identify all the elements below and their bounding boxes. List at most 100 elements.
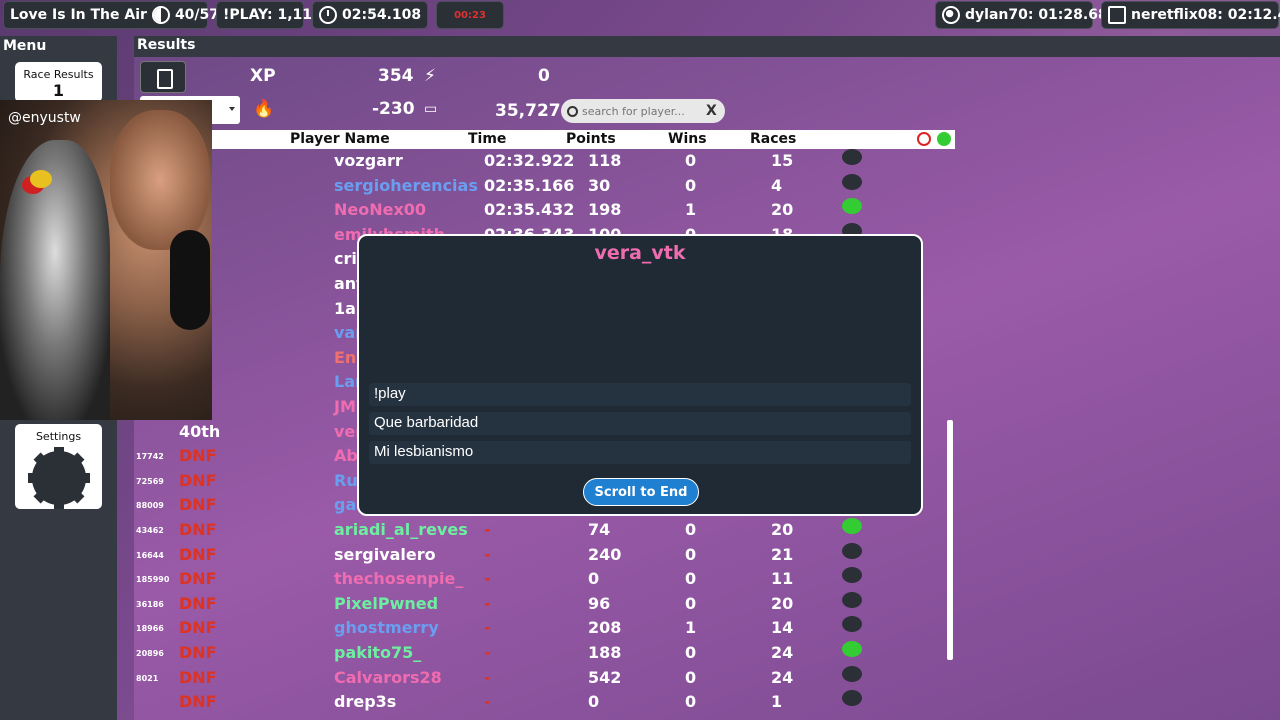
race-results-label: Race Results bbox=[23, 68, 94, 81]
table-row[interactable]: 36186 DNF PixelPwned -96 0 20 bbox=[134, 591, 947, 616]
search-icon bbox=[567, 105, 578, 117]
gear-icon bbox=[27, 447, 90, 509]
no-time: - bbox=[484, 692, 491, 712]
header-points[interactable]: Points bbox=[566, 131, 616, 147]
player-position: DNF bbox=[179, 643, 217, 662]
player-id: 43462 bbox=[136, 526, 164, 535]
globe-icon bbox=[942, 6, 960, 24]
player-id: 20896 bbox=[136, 649, 164, 658]
table-row[interactable]: NeoNex00 02:35.432 198 1 20 bbox=[134, 198, 947, 222]
play-count-label: !PLAY: 1,119 bbox=[223, 7, 322, 23]
chat-bubble-icon[interactable] bbox=[842, 690, 862, 707]
chat-message: !play bbox=[369, 383, 911, 406]
online-icon[interactable] bbox=[937, 132, 951, 146]
menu-title: Menu bbox=[3, 38, 47, 54]
world-record: dylan70: 01:28.688 bbox=[935, 1, 1117, 29]
chat-bubble-icon[interactable] bbox=[842, 542, 862, 559]
money-value: 35,727 bbox=[495, 101, 561, 121]
player-position: DNF bbox=[179, 470, 217, 490]
search-input[interactable] bbox=[582, 104, 702, 118]
table-row[interactable]: 43462 DNF ariadi_al_reves -74 0 20 bbox=[134, 518, 947, 542]
table-row[interactable]: vozgarr 02:32.922 118 0 15 bbox=[134, 149, 947, 173]
player-position: DNF bbox=[179, 692, 217, 712]
chat-bubble-icon[interactable] bbox=[842, 641, 862, 657]
table-row[interactable]: sergioherencias 02:35.166 30 0 4 bbox=[134, 173, 947, 198]
header-player[interactable]: Player Name bbox=[290, 131, 390, 147]
track-info: Love Is In The Air 40/57 bbox=[3, 1, 219, 29]
fire-value: -230 bbox=[372, 99, 415, 119]
player-position: DNF bbox=[179, 520, 217, 539]
world-record-value: dylan70: 01:28.688 bbox=[965, 7, 1118, 23]
personal-record-value: neretflix08: 02:12.458 bbox=[1131, 7, 1280, 23]
chat-bubble-icon[interactable] bbox=[842, 173, 862, 190]
no-time: - bbox=[484, 544, 491, 564]
battery-icon: ▭ bbox=[424, 101, 438, 117]
chat-bubble-icon[interactable] bbox=[842, 518, 862, 534]
hair-flower bbox=[30, 170, 52, 188]
table-scrollbar[interactable] bbox=[947, 420, 953, 660]
race-results-value: 1 bbox=[52, 81, 65, 100]
streamer-handle: @enyustw bbox=[8, 110, 81, 126]
table-row[interactable]: 16644 DNF sergivalero -240 0 21 bbox=[134, 542, 947, 567]
fire-icon: 🔥 bbox=[253, 99, 275, 119]
player-id: 16644 bbox=[136, 550, 164, 560]
player-id: 72569 bbox=[136, 476, 164, 486]
player-id: 185990 bbox=[136, 575, 170, 585]
personal-record: neretflix08: 02:12.458 bbox=[1101, 1, 1280, 29]
player-chat-modal: vera_vtk !play Que barbaridad Mi lesbian… bbox=[357, 234, 923, 516]
table-row[interactable]: 20896 DNF pakito75_ -188 0 24 bbox=[134, 641, 947, 665]
xp-label: XP bbox=[250, 66, 276, 86]
results-header: Results bbox=[134, 36, 1280, 57]
countdown-timer: 00:23 bbox=[436, 1, 504, 29]
player-position: DNF bbox=[179, 667, 217, 687]
player-id: 18966 bbox=[136, 624, 164, 634]
xp-bonus-value: 0 bbox=[538, 66, 550, 86]
header-time[interactable]: Time bbox=[468, 131, 506, 147]
player-id: 36186 bbox=[136, 599, 164, 609]
no-time: - bbox=[484, 667, 491, 687]
table-row[interactable]: 18966 DNF ghostmerry -208 1 14 bbox=[134, 616, 947, 640]
header-wins[interactable]: Wins bbox=[668, 131, 707, 147]
progress-icon bbox=[151, 6, 170, 24]
scroll-to-end-button[interactable]: Scroll to End bbox=[583, 478, 699, 506]
player-position: DNF bbox=[179, 495, 217, 515]
race-results-button[interactable]: Race Results 1 bbox=[15, 62, 102, 102]
player-id: 17742 bbox=[136, 452, 164, 462]
player-position: DNF bbox=[179, 446, 217, 466]
player-position: DNF bbox=[179, 593, 217, 613]
player-position: 40th bbox=[179, 421, 221, 441]
table-row[interactable]: DNF drep3s -0 0 1 bbox=[134, 690, 947, 714]
xp-value: 354 bbox=[378, 66, 414, 86]
chat-bubble-icon[interactable] bbox=[842, 149, 862, 165]
no-time: - bbox=[484, 643, 491, 662]
player-search: X bbox=[561, 99, 725, 123]
clock-icon bbox=[319, 6, 337, 24]
countdown-value: 00:23 bbox=[454, 9, 486, 21]
modal-title: vera_vtk bbox=[594, 242, 686, 264]
clear-search-button[interactable]: X bbox=[706, 103, 717, 119]
table-row[interactable]: 185990 DNF thechosenpie_ -0 0 11 bbox=[134, 567, 947, 591]
no-time: - bbox=[484, 618, 491, 638]
player-id: 8021 bbox=[136, 673, 159, 683]
chat-bubble-icon[interactable] bbox=[842, 665, 862, 682]
chat-bubble-icon[interactable] bbox=[842, 198, 862, 215]
webcam-overlay: @enyustw bbox=[0, 100, 212, 420]
player-id: 88009 bbox=[136, 501, 164, 511]
no-time: - bbox=[484, 520, 491, 539]
race-timer-value: 02:54.108 bbox=[342, 7, 422, 23]
chat-bubble-icon[interactable] bbox=[842, 616, 862, 633]
player-position: DNF bbox=[179, 569, 217, 589]
player-position: DNF bbox=[179, 544, 217, 564]
copy-button[interactable] bbox=[140, 61, 186, 93]
block-icon[interactable] bbox=[917, 132, 931, 146]
header-races[interactable]: Races bbox=[750, 131, 796, 147]
race-timer: 02:54.108 bbox=[312, 1, 428, 29]
results-title: Results bbox=[137, 37, 196, 53]
track-name: Love Is In The Air bbox=[10, 7, 147, 23]
trophy-icon bbox=[1108, 6, 1126, 24]
chat-bubble-icon[interactable] bbox=[842, 567, 862, 584]
table-row[interactable]: 8021 DNF Calvarors28-542 0 24 bbox=[134, 665, 947, 690]
chat-bubble-icon[interactable] bbox=[842, 591, 862, 608]
settings-button[interactable]: Settings bbox=[15, 424, 102, 509]
chat-message: Mi lesbianismo bbox=[369, 441, 911, 464]
